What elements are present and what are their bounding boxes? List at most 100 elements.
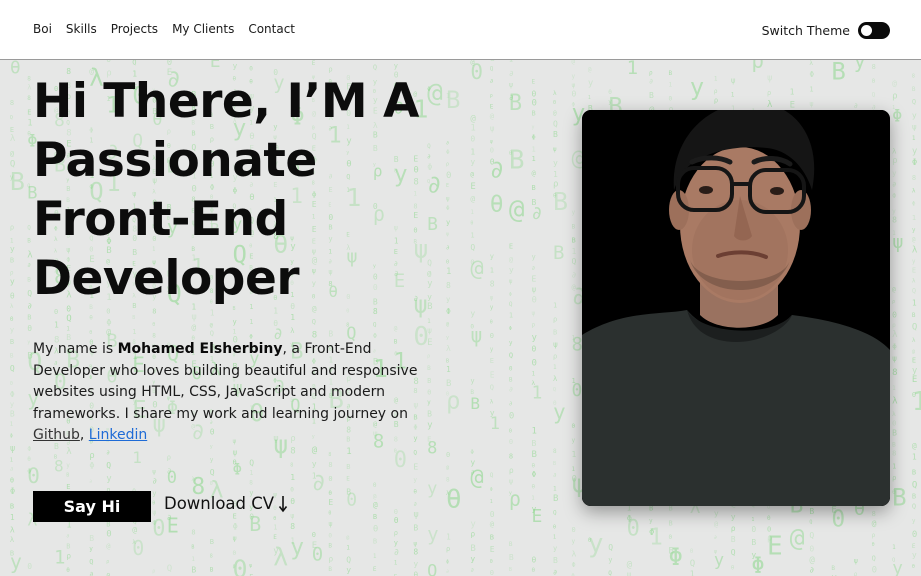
matrix-glyph: B bbox=[912, 469, 916, 477]
matrix-glyph: θ bbox=[10, 292, 15, 301]
matrix-glyph: 1 bbox=[731, 92, 735, 99]
nav-link-skills[interactable]: Skills bbox=[66, 22, 97, 36]
bio-intro: My name is bbox=[33, 341, 118, 357]
matrix-glyph: 0 bbox=[394, 448, 407, 473]
matrix-glyph: B bbox=[328, 330, 333, 339]
matrix-glyph: θ bbox=[490, 191, 504, 217]
nav-link-my-clients[interactable]: My Clients bbox=[172, 22, 234, 36]
matrix-glyph: ψ bbox=[328, 520, 332, 528]
matrix-glyph: 1 bbox=[10, 458, 13, 464]
matrix-glyph: y bbox=[588, 529, 604, 559]
matrix-glyph: ρ bbox=[328, 555, 333, 564]
matrix-glyph: Q bbox=[132, 60, 136, 67]
matrix-glyph: 1 bbox=[553, 364, 557, 371]
matrix-glyph: 8 bbox=[872, 63, 876, 71]
matrix-glyph: B bbox=[553, 329, 557, 337]
matrix-glyph: 0 bbox=[490, 510, 495, 519]
matrix-glyph: E bbox=[27, 108, 31, 116]
matrix-glyph: 1 bbox=[627, 60, 638, 79]
matrix-glyph: 1 bbox=[490, 267, 494, 275]
matrix-glyph: Q bbox=[249, 458, 254, 467]
matrix-glyph: E bbox=[373, 566, 377, 573]
matrix-glyph: Q bbox=[509, 352, 513, 360]
matrix-glyph: B bbox=[572, 224, 576, 231]
matrix-glyph: θ bbox=[10, 60, 21, 79]
matrix-glyph: E bbox=[532, 79, 536, 86]
bio-name: Mohamed Elsherbiny bbox=[117, 341, 283, 357]
matrix-glyph: ρ bbox=[167, 454, 171, 462]
github-link[interactable]: Github bbox=[33, 427, 80, 443]
matrix-glyph: y bbox=[912, 258, 916, 265]
matrix-glyph: B bbox=[249, 512, 261, 536]
matrix-glyph: θ bbox=[89, 330, 92, 336]
matrix-glyph: 0 bbox=[490, 569, 494, 576]
download-cv-button[interactable]: Download CV bbox=[164, 494, 288, 513]
matrix-glyph: @ bbox=[373, 60, 377, 61]
matrix-glyph: 0 bbox=[532, 89, 537, 98]
matrix-glyph: y bbox=[490, 346, 494, 353]
matrix-glyph: 1 bbox=[470, 124, 475, 134]
matrix-glyph: 1 bbox=[132, 448, 142, 467]
matrix-glyph: Q bbox=[553, 387, 556, 393]
matrix-glyph: y bbox=[210, 456, 214, 463]
matrix-glyph: E bbox=[490, 104, 494, 111]
matrix-glyph: ψ bbox=[532, 285, 537, 294]
linkedin-link[interactable]: Linkedin bbox=[89, 427, 147, 443]
matrix-glyph: Φ bbox=[10, 487, 15, 497]
matrix-glyph: ψ bbox=[152, 508, 156, 516]
matrix-glyph: y bbox=[490, 253, 494, 261]
nav-link-boi[interactable]: Boi bbox=[33, 22, 52, 36]
matrix-glyph: 0 bbox=[872, 78, 876, 85]
matrix-glyph: ∂ bbox=[27, 262, 31, 269]
matrix-glyph: Q bbox=[912, 287, 916, 295]
matrix-glyph: 0 bbox=[394, 508, 398, 516]
theme-toggle[interactable] bbox=[858, 22, 890, 39]
matrix-glyph: 8 bbox=[290, 447, 295, 457]
matrix-glyph: θ bbox=[532, 295, 537, 305]
matrix-glyph: θ bbox=[872, 542, 875, 548]
matrix-glyph: ∂ bbox=[553, 569, 557, 576]
matrix-glyph: Q bbox=[490, 384, 494, 392]
matrix-glyph: E bbox=[912, 267, 916, 275]
matrix-glyph: ψ bbox=[490, 124, 495, 133]
matrix-glyph: B bbox=[27, 238, 31, 245]
matrix-glyph: Q bbox=[106, 461, 111, 470]
matrix-glyph: y bbox=[553, 159, 558, 168]
matrix-glyph: B bbox=[509, 91, 522, 116]
matrix-glyph: λ bbox=[290, 327, 294, 335]
matrix-glyph: Φ bbox=[809, 70, 814, 79]
matrix-glyph: Q bbox=[912, 98, 916, 106]
matrix-glyph: y bbox=[854, 60, 866, 73]
nav-link-projects[interactable]: Projects bbox=[111, 22, 158, 36]
matrix-glyph: Φ bbox=[669, 543, 683, 571]
matrix-glyph: 1 bbox=[572, 247, 577, 256]
matrix-glyph: θ bbox=[413, 571, 418, 576]
matrix-glyph: B bbox=[509, 567, 512, 573]
matrix-glyph: ∂ bbox=[89, 570, 93, 576]
matrix-glyph: E bbox=[912, 543, 916, 550]
matrix-glyph: ∂ bbox=[470, 567, 474, 574]
matrix-glyph: λ bbox=[912, 337, 916, 344]
matrix-glyph: y bbox=[394, 539, 398, 547]
matrix-glyph: 0 bbox=[470, 60, 483, 84]
matrix-glyph: E bbox=[532, 275, 537, 284]
matrix-glyph: Q bbox=[167, 564, 172, 574]
matrix-glyph: y bbox=[470, 309, 475, 318]
matrix-glyph: B bbox=[413, 524, 418, 533]
matrix-glyph: E bbox=[490, 545, 495, 554]
nav-link-contact[interactable]: Contact bbox=[248, 22, 295, 36]
matrix-glyph: Φ bbox=[532, 470, 537, 479]
matrix-glyph: E bbox=[413, 463, 418, 472]
matrix-glyph: B bbox=[328, 543, 332, 550]
matrix-glyph: @ bbox=[892, 287, 896, 294]
matrix-glyph: 0 bbox=[328, 475, 332, 483]
matrix-glyph: ∂ bbox=[66, 534, 69, 540]
matrix-glyph: Q bbox=[490, 472, 494, 479]
say-hi-button[interactable]: Say Hi bbox=[33, 491, 151, 522]
matrix-glyph: B bbox=[191, 566, 196, 575]
matrix-glyph: y bbox=[572, 209, 576, 216]
matrix-glyph: 8 bbox=[328, 452, 331, 458]
matrix-glyph: ∂ bbox=[490, 156, 504, 184]
matrix-glyph: 8 bbox=[553, 448, 557, 455]
matrix-glyph: ρ bbox=[490, 93, 493, 99]
